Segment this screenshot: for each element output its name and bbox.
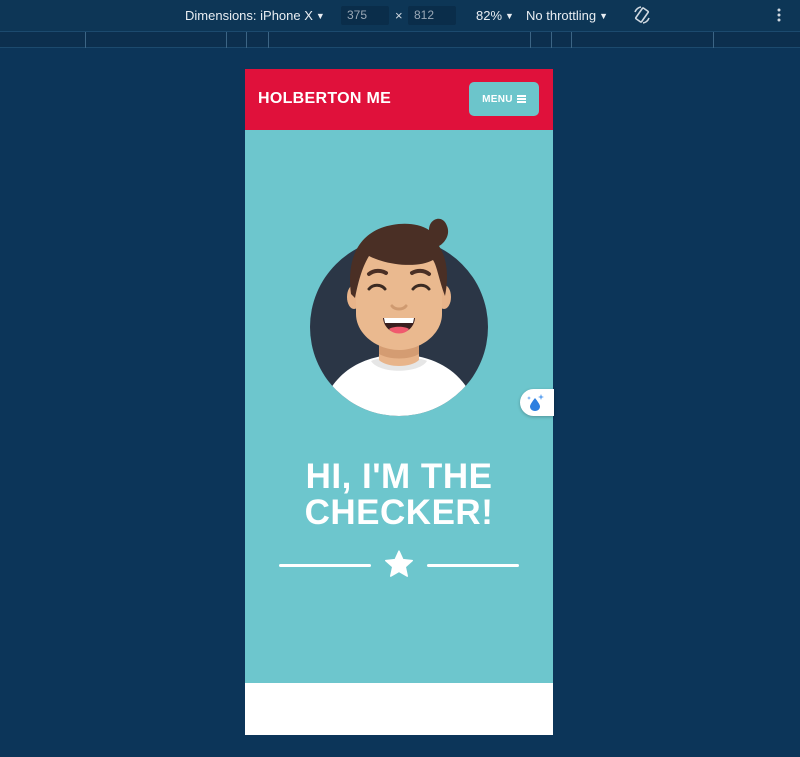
dropdown-caret-icon: ▼ xyxy=(505,11,514,21)
width-input[interactable]: 375 xyxy=(341,6,389,25)
rotate-icon[interactable] xyxy=(632,5,652,25)
site-brand[interactable]: HOLBERTON ME xyxy=(258,90,391,108)
throttling-dropdown[interactable]: No throttling ▼ xyxy=(526,8,608,23)
device-toolbar: Dimensions: iPhone X ▼ 375 × 812 82% ▼ No … xyxy=(0,0,800,31)
ruler-tick xyxy=(571,32,572,48)
device-viewport: HOLBERTON ME MENU HI, I'M THE CHECKER! xyxy=(245,69,553,735)
sparkle-drop-icon xyxy=(527,394,544,411)
times-symbol: × xyxy=(395,8,403,23)
ruler-tick xyxy=(530,32,531,48)
divider-line-right xyxy=(427,564,519,567)
throttling-label: No throttling xyxy=(526,8,597,23)
hero-section: HI, I'M THE CHECKER! xyxy=(245,130,553,683)
height-input[interactable]: 812 xyxy=(408,6,456,25)
hero-title-line1: HI, I'M THE xyxy=(305,457,493,496)
media-query-ruler[interactable] xyxy=(0,31,800,48)
zoom-dropdown[interactable]: 82% ▼ xyxy=(476,8,514,23)
next-section xyxy=(245,683,553,735)
dropdown-caret-icon: ▼ xyxy=(315,11,325,21)
ruler-tick xyxy=(226,32,227,48)
dimensions-label: Dimensions: iPhone X xyxy=(185,8,313,23)
ruler-tick xyxy=(268,32,269,48)
smiling-person-avatar xyxy=(310,218,488,416)
site-header: HOLBERTON ME MENU xyxy=(245,69,553,130)
ruler-tick xyxy=(551,32,552,48)
ruler-tick xyxy=(713,32,714,48)
star-icon xyxy=(385,550,413,577)
more-options-icon[interactable] xyxy=(774,6,784,24)
menu-button[interactable]: MENU xyxy=(469,82,539,116)
ruler-tick xyxy=(85,32,86,48)
device-dimensions-dropdown[interactable]: Dimensions: iPhone X ▼ xyxy=(185,8,325,23)
hamburger-icon xyxy=(516,95,526,103)
ruler-tick xyxy=(246,32,247,48)
menu-label: MENU xyxy=(482,93,513,105)
hero-title-line2: CHECKER! xyxy=(304,493,494,532)
divider-line-left xyxy=(279,564,371,567)
zoom-label: 82% xyxy=(476,8,503,23)
hero-title: HI, I'M THE CHECKER! xyxy=(245,459,553,531)
dropdown-caret-icon: ▼ xyxy=(599,11,609,21)
floating-extension-button[interactable] xyxy=(520,389,554,416)
